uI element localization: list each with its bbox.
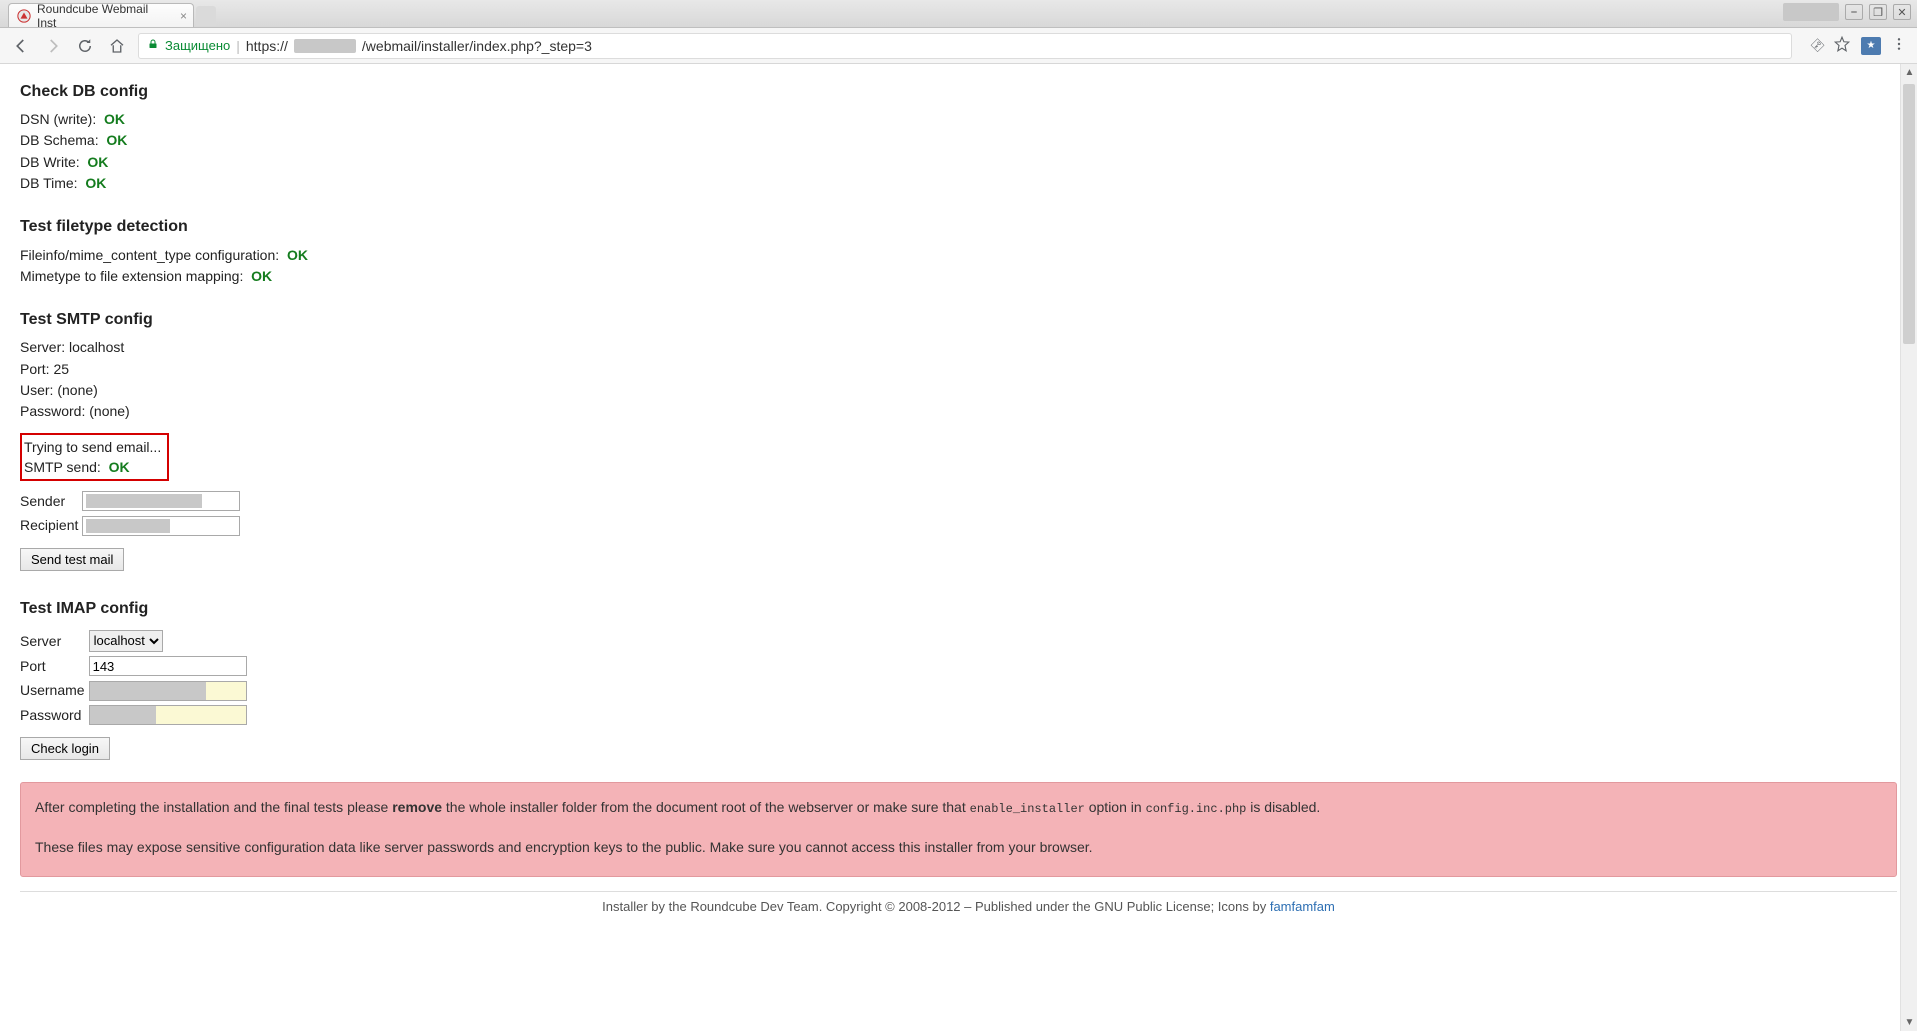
scroll-down-icon[interactable]: ▼ bbox=[1901, 1014, 1917, 1031]
send-test-mail-button[interactable]: Send test mail bbox=[20, 548, 124, 571]
sender-input[interactable] bbox=[82, 491, 240, 511]
db-schema-line: DB Schema: OK bbox=[20, 130, 1917, 150]
toolbar-right: ⚿ ★ bbox=[1812, 35, 1907, 56]
obfuscated-host bbox=[294, 39, 356, 53]
key-icon[interactable]: ⚿ bbox=[1808, 36, 1828, 56]
smtp-user-line: User: (none) bbox=[20, 380, 1917, 400]
check-login-button[interactable]: Check login bbox=[20, 737, 110, 760]
tab-title: Roundcube Webmail Inst bbox=[37, 2, 169, 30]
favicon-icon bbox=[17, 9, 31, 23]
smtp-attempt-text: Trying to send email... bbox=[24, 437, 161, 457]
back-button[interactable] bbox=[10, 35, 32, 57]
minimize-button[interactable]: ⎯ bbox=[1845, 4, 1863, 20]
heading-filetype: Test filetype detection bbox=[20, 215, 1917, 238]
heading-smtp: Test SMTP config bbox=[20, 308, 1917, 331]
url-prefix: https:// bbox=[246, 38, 288, 54]
new-tab-button[interactable] bbox=[196, 6, 216, 26]
imap-password-label: Password bbox=[20, 703, 89, 727]
smtp-fields-table: Sender Recipient bbox=[20, 489, 244, 538]
obfuscated-value bbox=[86, 519, 170, 533]
forward-button[interactable] bbox=[42, 35, 64, 57]
heading-imap: Test IMAP config bbox=[20, 597, 1917, 620]
fileinfo-line: Fileinfo/mime_content_type configuration… bbox=[20, 245, 1917, 265]
maximize-button[interactable]: ❐ bbox=[1869, 4, 1887, 20]
browser-tab[interactable]: Roundcube Webmail Inst × bbox=[8, 3, 194, 27]
reload-button[interactable] bbox=[74, 35, 96, 57]
url-input[interactable]: Защищено | https:// /webmail/installer/in… bbox=[138, 33, 1792, 59]
imap-server-select[interactable]: localhost bbox=[89, 630, 163, 652]
sender-label: Sender bbox=[20, 489, 82, 513]
mimeext-line: Mimetype to file extension mapping: OK bbox=[20, 266, 1917, 286]
address-bar: Защищено | https:// /webmail/installer/in… bbox=[0, 28, 1917, 64]
window-controls: ⎯ ❐ ✕ bbox=[1783, 3, 1911, 21]
db-dsn-line: DSN (write): OK bbox=[20, 109, 1917, 129]
url-separator: | bbox=[236, 38, 240, 54]
warning-box: After completing the installation and th… bbox=[20, 782, 1897, 877]
famfamfam-link[interactable]: famfamfam bbox=[1270, 899, 1335, 914]
menu-icon[interactable] bbox=[1891, 36, 1907, 55]
smtp-server-line: Server: localhost bbox=[20, 337, 1917, 357]
smtp-send-line: SMTP send: OK bbox=[24, 457, 161, 477]
autofill-region bbox=[156, 706, 246, 724]
db-write-line: DB Write: OK bbox=[20, 152, 1917, 172]
lock-icon bbox=[147, 38, 159, 53]
warning-line2: These files may expose sensitive configu… bbox=[35, 835, 1882, 860]
db-time-line: DB Time: OK bbox=[20, 173, 1917, 193]
home-button[interactable] bbox=[106, 35, 128, 57]
imap-fields-table: Server localhost Port Username bbox=[20, 628, 251, 727]
imap-port-label: Port bbox=[20, 654, 89, 679]
imap-password-input[interactable] bbox=[89, 705, 247, 725]
smtp-password-line: Password: (none) bbox=[20, 401, 1917, 421]
vertical-scrollbar[interactable]: ▲ ▼ bbox=[1900, 64, 1917, 1031]
bookmark-star-icon[interactable] bbox=[1833, 35, 1851, 56]
obfuscated-value bbox=[90, 706, 156, 724]
imap-port-input[interactable] bbox=[89, 656, 247, 676]
imap-username-label: Username bbox=[20, 678, 89, 702]
close-window-button[interactable]: ✕ bbox=[1893, 4, 1911, 20]
url-suffix: /webmail/installer/index.php?_step=3 bbox=[362, 38, 592, 54]
heading-db-config: Check DB config bbox=[20, 80, 1917, 103]
scroll-up-icon[interactable]: ▲ bbox=[1901, 64, 1917, 81]
recipient-input[interactable] bbox=[82, 516, 240, 536]
obfuscated-value bbox=[86, 494, 202, 508]
extension-icon[interactable]: ★ bbox=[1861, 37, 1881, 55]
footer-separator bbox=[20, 891, 1897, 892]
smtp-port-line: Port: 25 bbox=[20, 359, 1917, 379]
chrome-tab-strip: Roundcube Webmail Inst × ⎯ ❐ ✕ bbox=[0, 0, 1917, 28]
secure-label: Защищено bbox=[165, 38, 230, 53]
warning-line1: After completing the installation and th… bbox=[35, 795, 1882, 821]
page-viewport: Check DB config DSN (write): OK DB Schem… bbox=[0, 64, 1917, 1031]
smtp-attempt-highlight: Trying to send email... SMTP send: OK bbox=[20, 433, 169, 482]
obfuscated-value bbox=[90, 682, 206, 700]
scroll-thumb[interactable] bbox=[1903, 84, 1915, 344]
imap-server-label: Server bbox=[20, 628, 89, 654]
imap-username-input[interactable] bbox=[89, 681, 247, 701]
obfuscated-block bbox=[1783, 3, 1839, 21]
footer-line: Installer by the Roundcube Dev Team. Cop… bbox=[20, 898, 1917, 917]
autofill-region bbox=[206, 682, 246, 700]
tab-close-icon[interactable]: × bbox=[180, 9, 187, 23]
recipient-label: Recipient bbox=[20, 513, 82, 537]
